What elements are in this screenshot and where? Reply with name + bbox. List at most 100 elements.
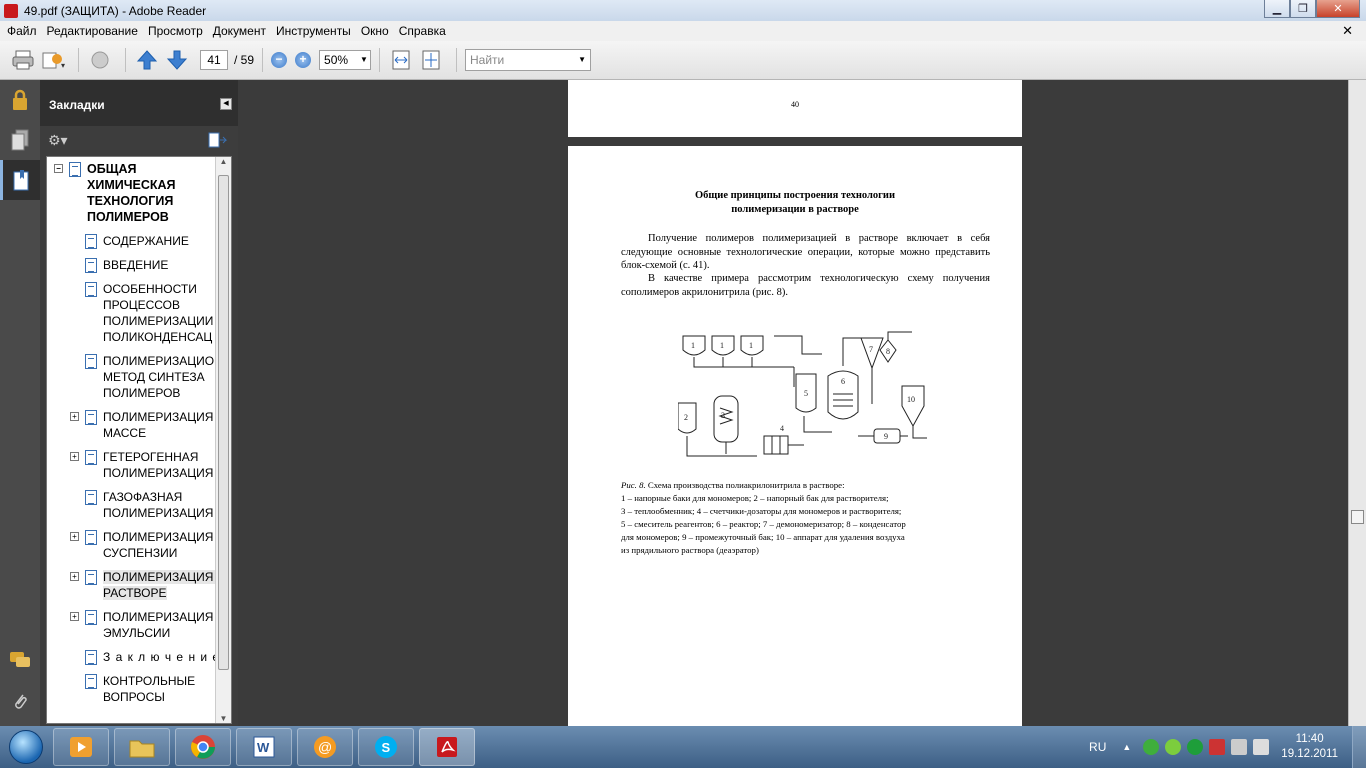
bookmark-label: З а к л ю ч е н и е <box>103 650 221 664</box>
previous-page-button[interactable] <box>134 48 160 72</box>
attachments-icon[interactable] <box>0 682 40 722</box>
bookmarks-scrollbar[interactable]: ▲ ▼ <box>215 157 231 723</box>
chrome-icon[interactable] <box>175 728 231 766</box>
bookmark-item[interactable]: ВВЕДЕНИЕ <box>47 253 231 277</box>
print-icon[interactable] <box>10 48 36 72</box>
mail-agent-icon[interactable]: @ <box>297 728 353 766</box>
heading-line1: Общие принципы построения технологии <box>694 190 895 201</box>
section-heading: Общие принципы построения технологии пол… <box>568 189 1022 217</box>
expand-toggle[interactable]: + <box>70 452 79 461</box>
find-placeholder: Найти <box>470 53 505 67</box>
bookmark-item[interactable]: ГАЗОФАЗНАЯ ПОЛИМЕРИЗАЦИЯ <box>47 485 231 525</box>
bookmark-item[interactable]: ПОЛИМЕРИЗАЦИОННЫЙ МЕТОД СИНТЕЗА ПОЛИМЕРО… <box>47 349 231 405</box>
collapse-pane-button[interactable]: ◀ <box>220 98 232 110</box>
menu-view[interactable]: Просмотр <box>143 24 208 38</box>
start-button[interactable] <box>4 727 48 767</box>
expand-toggle[interactable]: + <box>70 572 79 581</box>
bookmark-item[interactable]: СОДЕРЖАНИЕ <box>47 229 231 253</box>
maximize-button[interactable]: ❐ <box>1290 0 1316 18</box>
bookmark-item[interactable]: − ОБЩАЯ ХИМИЧЕСКАЯ ТЕХНОЛОГИЯ ПОЛИМЕРОВ <box>47 157 231 229</box>
menu-tools[interactable]: Инструменты <box>271 24 356 38</box>
bookmark-label: ПОЛИМЕРИЗАЦИЯ В РАСТВОРЕ <box>103 570 225 600</box>
document-view[interactable]: 40 Общие принципы построения технологии … <box>244 80 1348 726</box>
menu-file[interactable]: Файл <box>2 24 42 38</box>
show-hidden-icons[interactable]: ▲ <box>1122 742 1131 752</box>
menu-window[interactable]: Окно <box>356 24 394 38</box>
collapse-toggle[interactable]: − <box>54 164 63 173</box>
bookmark-item[interactable]: + ПОЛИМЕРИЗАЦИЯ В МАССЕ <box>47 405 231 445</box>
menu-help[interactable]: Справка <box>394 24 451 38</box>
skype-icon[interactable]: S <box>358 728 414 766</box>
bookmark-label: ПОЛИМЕРИЗАЦИЯ В ЭМУЛЬСИИ <box>103 610 225 640</box>
zoom-in-button[interactable]: + <box>295 52 312 68</box>
bookmark-icon <box>85 530 97 545</box>
tray-icon-green[interactable] <box>1143 739 1160 755</box>
pages-icon[interactable] <box>87 48 113 72</box>
page-total: / 59 <box>234 53 255 67</box>
caption-title: Схема производства полиакрилонитрила в р… <box>647 480 845 490</box>
svg-text:@: @ <box>318 739 332 755</box>
bookmarks-panel-icon[interactable] <box>0 160 40 200</box>
bookmark-item-selected[interactable]: + ПОЛИМЕРИЗАЦИЯ В РАСТВОРЕ <box>47 565 231 605</box>
pages-panel-icon[interactable] <box>0 120 40 160</box>
comments-icon[interactable] <box>0 640 40 680</box>
expand-toggle[interactable]: + <box>70 532 79 541</box>
bookmark-item[interactable]: ОСОБЕННОСТИ ПРОЦЕССОВ ПОЛИМЕРИЗАЦИИ И ПО… <box>47 277 231 349</box>
chevron-down-icon[interactable]: ▼ <box>578 50 586 70</box>
scroll-down-arrow[interactable]: ▼ <box>216 714 231 723</box>
menu-document[interactable]: Документ <box>208 24 271 38</box>
page-number-input[interactable]: 41 <box>200 50 228 70</box>
minimize-button[interactable]: ▁ <box>1264 0 1290 18</box>
media-player-icon[interactable] <box>53 728 109 766</box>
bookmark-icon <box>85 610 97 625</box>
zoom-out-button[interactable]: − <box>271 52 288 68</box>
diagram-label-5: 5 <box>804 389 808 398</box>
zoom-select[interactable]: 50% ▼ <box>319 50 372 70</box>
network-icon[interactable] <box>1231 739 1248 755</box>
tray-icon-check[interactable] <box>1165 739 1182 755</box>
close-document-button[interactable]: ✕ <box>1337 23 1358 39</box>
menu-edit[interactable]: Редактирование <box>42 24 143 38</box>
diagram-label-1: 1 <box>691 341 695 350</box>
word-icon[interactable]: W <box>236 728 292 766</box>
heading-line2: полимеризации в растворе <box>731 204 859 215</box>
close-button[interactable]: ✕ <box>1316 0 1360 18</box>
fit-width-icon[interactable] <box>388 48 414 72</box>
bookmark-item[interactable]: З а к л ю ч е н и е <box>47 645 231 669</box>
tray-icon-flag[interactable] <box>1209 739 1226 755</box>
next-page-button[interactable] <box>164 48 190 72</box>
caption-line: 1 – напорные баки для мономеров; 2 – нап… <box>621 493 889 503</box>
fit-page-icon[interactable] <box>418 48 444 72</box>
lock-icon[interactable] <box>0 80 40 120</box>
bookmarks-toolbar: ⚙▾ <box>40 126 238 156</box>
show-desktop-button[interactable] <box>1352 726 1366 768</box>
adobe-reader-taskbar-icon[interactable] <box>419 728 475 766</box>
find-input[interactable]: Найти ▼ <box>465 49 592 71</box>
document-scrollbar[interactable] <box>1348 80 1366 726</box>
figure-caption: Рис. 8. Схема производства полиакрилонит… <box>621 479 1001 557</box>
expand-toggle[interactable]: + <box>70 612 79 621</box>
collaborate-icon[interactable]: ▾ <box>40 48 66 72</box>
diagram-label-2: 2 <box>684 413 688 422</box>
scroll-thumb[interactable] <box>1351 510 1364 524</box>
bookmark-label: ГЕТЕРОГЕННАЯ ПОЛИМЕРИЗАЦИЯ <box>103 450 214 480</box>
clock[interactable]: 11:40 19.12.2011 <box>1281 732 1338 762</box>
bookmark-item[interactable]: + ГЕТЕРОГЕННАЯ ПОЛИМЕРИЗАЦИЯ <box>47 445 231 485</box>
scroll-thumb[interactable] <box>218 175 229 670</box>
tray-icon-circle[interactable] <box>1187 739 1204 755</box>
bookmark-item[interactable]: + ПОЛИМЕРИЗАЦИЯ В СУСПЕНЗИИ <box>47 525 231 565</box>
page-number: 40 <box>791 100 799 109</box>
bookmark-item[interactable]: КОНТРОЛЬНЫЕ ВОПРОСЫ <box>47 669 231 709</box>
clock-date: 19.12.2011 <box>1281 748 1338 760</box>
file-explorer-icon[interactable] <box>114 728 170 766</box>
expand-toggle[interactable]: + <box>70 412 79 421</box>
options-gear-icon[interactable]: ⚙▾ <box>48 132 68 149</box>
expand-bookmark-icon[interactable] <box>208 132 228 151</box>
bookmark-icon <box>85 234 97 249</box>
bookmark-item[interactable]: + ПОЛИМЕРИЗАЦИЯ В ЭМУЛЬСИИ <box>47 605 231 645</box>
volume-icon[interactable] <box>1253 739 1270 755</box>
diagram-label-4: 4 <box>780 424 784 433</box>
language-indicator[interactable]: RU <box>1089 740 1106 754</box>
scroll-up-arrow[interactable]: ▲ <box>216 157 231 166</box>
svg-text:▾: ▾ <box>61 61 65 70</box>
